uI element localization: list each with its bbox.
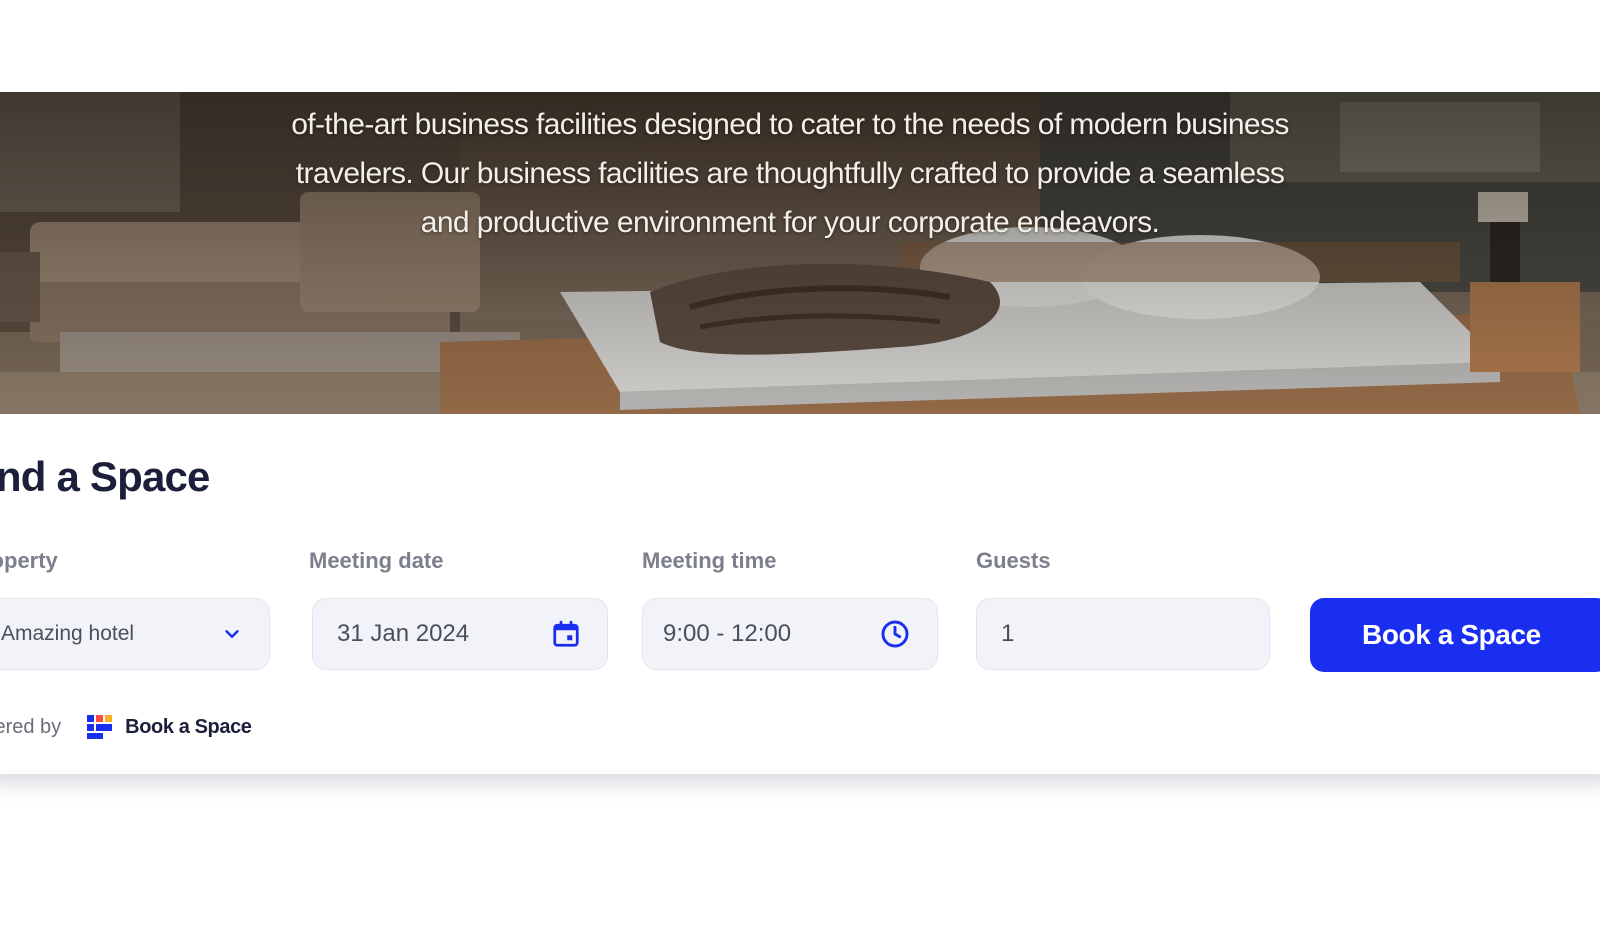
property-select-value: Amazing hotel bbox=[1, 622, 135, 645]
meeting-date-value: 31 Jan 2024 bbox=[337, 620, 470, 647]
hero-banner: of-the-art business facilities designed … bbox=[0, 92, 1600, 414]
meeting-date-field[interactable]: 31 Jan 2024 bbox=[312, 598, 608, 670]
property-select[interactable]: Amazing hotel bbox=[0, 598, 270, 670]
meeting-date-label: Meeting date bbox=[309, 548, 444, 573]
hero-description-line: of-the-art business facilities designed … bbox=[291, 108, 1289, 141]
property-label: roperty bbox=[0, 548, 58, 573]
guests-input-value: 1 bbox=[1001, 620, 1015, 647]
find-space-title: ind a Space bbox=[0, 453, 210, 500]
powered-by-label: wered by bbox=[0, 715, 62, 738]
page: of-the-art business facilities designed … bbox=[0, 0, 1600, 937]
meeting-time-value: 9:00 - 12:00 bbox=[663, 620, 792, 647]
chevron-down-icon bbox=[221, 623, 243, 645]
powered-by: wered by Book a Space bbox=[0, 715, 252, 739]
hero-description-line: travelers. Our business facilities are t… bbox=[295, 157, 1285, 190]
meeting-time-label: Meeting time bbox=[642, 548, 777, 573]
hero-description: of-the-art business facilities designed … bbox=[200, 100, 1380, 247]
book-a-space-logo-icon bbox=[87, 715, 113, 739]
guests-label: Guests bbox=[976, 548, 1051, 573]
book-a-space-button[interactable]: Book a Space bbox=[1310, 598, 1600, 672]
clock-icon[interactable] bbox=[879, 618, 911, 650]
brand-name[interactable]: Book a Space bbox=[125, 716, 252, 739]
hero-description-line: and productive environment for your corp… bbox=[420, 206, 1160, 239]
calendar-icon[interactable] bbox=[551, 619, 581, 649]
guests-input[interactable]: 1 bbox=[976, 598, 1270, 670]
meeting-time-field[interactable]: 9:00 - 12:00 bbox=[642, 598, 938, 670]
